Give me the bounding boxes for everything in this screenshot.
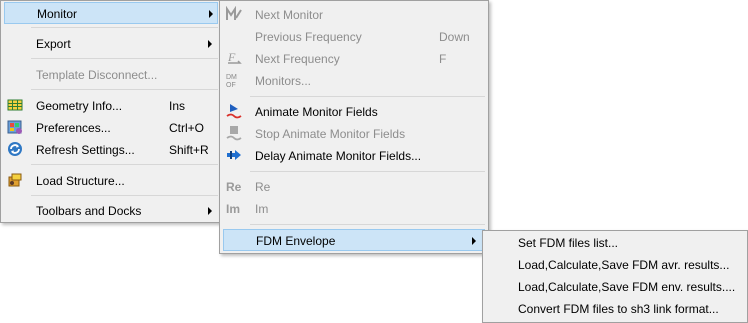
menu-item-label: Re (255, 180, 271, 194)
shortcut-label: Down (439, 30, 470, 44)
monitor-submenu: Next Monitor Previous Frequency Down F N… (219, 0, 489, 254)
svg-text:F: F (227, 50, 236, 64)
separator (31, 164, 218, 165)
menu-item-label: Preferences... (36, 121, 111, 135)
menu-item-delay-animate-monitor-fields[interactable]: Delay Animate Monitor Fields... (223, 145, 485, 167)
menu-item-next-monitor[interactable]: Next Monitor (223, 4, 485, 26)
shortcut-label: Shift+R (169, 143, 209, 157)
menu-item-label: Toolbars and Docks (36, 204, 142, 218)
menu-item-label: Stop Animate Monitor Fields (255, 127, 406, 141)
menu-item-export[interactable]: Export (4, 33, 218, 55)
menu-item-refresh-settings[interactable]: Refresh Settings... Shift+R (4, 139, 218, 161)
menu-item-label: Export (36, 37, 71, 51)
menu-item-template-disconnect[interactable]: Template Disconnect... (4, 64, 218, 86)
menu-item-fdm-envelope[interactable]: FDM Envelope (223, 229, 485, 251)
stop-animate-icon (226, 126, 242, 141)
shortcut-label: F (439, 52, 447, 66)
menu-item-label: Monitor (37, 7, 78, 21)
menu-item-im[interactable]: Im Im (223, 198, 485, 220)
menu-item-label: Load Structure... (36, 174, 125, 188)
svg-text:Re: Re (226, 180, 242, 194)
menu-item-label: Template Disconnect... (36, 68, 158, 82)
submenu-arrow-icon (472, 237, 476, 245)
shortcut-label: Ins (169, 99, 186, 113)
menu-item-animate-monitor-fields[interactable]: Animate Monitor Fields (223, 101, 485, 123)
menu-item-next-frequency[interactable]: F Next Frequency F (223, 48, 485, 70)
main-menu: Monitor Export Template Disconnect... Ge… (0, 0, 222, 223)
menu-item-load-structure[interactable]: Load Structure... (4, 170, 218, 192)
refresh-icon (8, 142, 22, 156)
separator (31, 58, 218, 59)
menu-item-label: Refresh Settings... (36, 143, 135, 157)
re-icon: Re (226, 180, 242, 194)
menu-item-label: Animate Monitor Fields (255, 105, 378, 119)
grid-icon (7, 99, 23, 111)
menu-item-label: Load,Calculate,Save FDM avr. results... (518, 258, 730, 272)
menu-item-label: Previous Frequency (255, 30, 362, 44)
separator (250, 171, 485, 172)
load-structure-icon (8, 173, 22, 187)
menu-item-convert-fdm-files[interactable]: Convert FDM files to sh3 link format... (486, 298, 744, 320)
shortcut-label: Ctrl+O (169, 121, 205, 135)
separator (31, 27, 218, 28)
menu-item-set-fdm-files-list[interactable]: Set FDM files list... (486, 232, 744, 254)
next-frequency-icon: F (227, 50, 242, 64)
preferences-icon (7, 120, 22, 134)
menu-item-label: Load,Calculate,Save FDM env. results.... (518, 280, 736, 294)
menu-item-monitors[interactable]: DM OF Monitors... (223, 70, 485, 92)
svg-text:Im: Im (226, 202, 240, 216)
submenu-arrow-icon (209, 10, 213, 18)
menu-item-load-calculate-save-env[interactable]: Load,Calculate,Save FDM env. results.... (486, 276, 744, 298)
menu-item-load-calculate-save-avr[interactable]: Load,Calculate,Save FDM avr. results... (486, 254, 744, 276)
separator (250, 224, 485, 225)
submenu-arrow-icon (208, 40, 212, 48)
menu-item-label: Monitors... (255, 74, 312, 88)
menu-item-label: Convert FDM files to sh3 link format... (518, 302, 719, 316)
svg-text:OF: OF (226, 82, 236, 88)
menu-item-preferences[interactable]: Preferences... Ctrl+O (4, 117, 218, 139)
menu-item-geometry-info[interactable]: Geometry Info... Ins (4, 95, 218, 117)
delay-animate-icon (227, 150, 241, 160)
next-monitor-icon (226, 6, 242, 20)
menu-item-label: Next Monitor (255, 8, 324, 22)
separator (31, 89, 218, 90)
menu-item-previous-frequency[interactable]: Previous Frequency Down (223, 26, 485, 48)
im-icon: Im (226, 202, 240, 216)
separator (250, 96, 485, 97)
submenu-arrow-icon (208, 207, 212, 215)
menu-item-label: Geometry Info... (36, 99, 123, 113)
menu-item-stop-animate-monitor-fields[interactable]: Stop Animate Monitor Fields (223, 123, 485, 145)
separator (31, 195, 218, 196)
fdm-envelope-submenu: Set FDM files list... Load,Calculate,Sav… (482, 230, 748, 323)
menu-item-monitor[interactable]: Monitor (4, 2, 218, 24)
menu-item-label: Set FDM files list... (518, 236, 619, 250)
menu-item-re[interactable]: Re Re (223, 176, 485, 198)
menu-item-label: FDM Envelope (256, 234, 336, 248)
menu-item-label: Next Frequency (255, 52, 340, 66)
menu-item-label: Im (255, 202, 269, 216)
animate-icon (226, 104, 242, 119)
svg-text:DM: DM (226, 74, 237, 81)
menu-item-toolbars-and-docks[interactable]: Toolbars and Docks (4, 200, 218, 222)
monitors-icon: DM OF (226, 74, 237, 88)
menu-item-label: Delay Animate Monitor Fields... (255, 149, 422, 163)
